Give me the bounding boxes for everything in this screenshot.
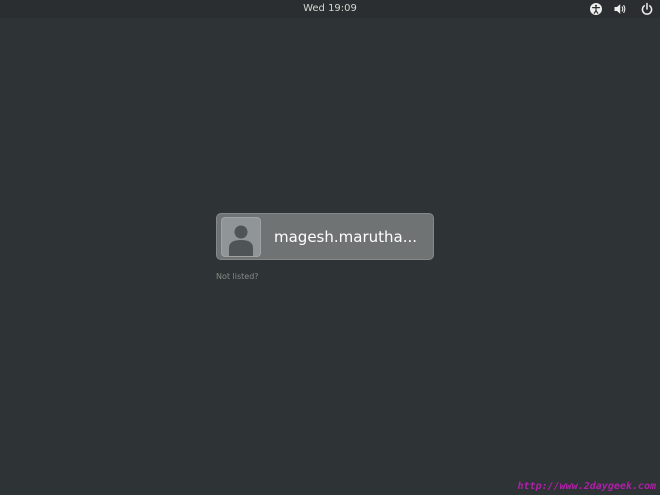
top-bar: Wed 19:09 [0,0,660,18]
accessibility-icon[interactable] [589,2,603,16]
login-screen: Wed 19:09 magesh.marutha... Not listed? … [0,0,660,495]
username-label: magesh.marutha... [274,228,418,246]
watermark: http://www.2daygeek.com [517,481,656,492]
power-icon[interactable] [640,2,654,16]
clock[interactable]: Wed 19:09 [0,3,660,14]
not-listed-link[interactable]: Not listed? [216,272,259,281]
volume-icon[interactable] [613,2,627,16]
user-login-button[interactable]: magesh.marutha... [216,213,434,260]
user-avatar-icon [221,217,261,257]
